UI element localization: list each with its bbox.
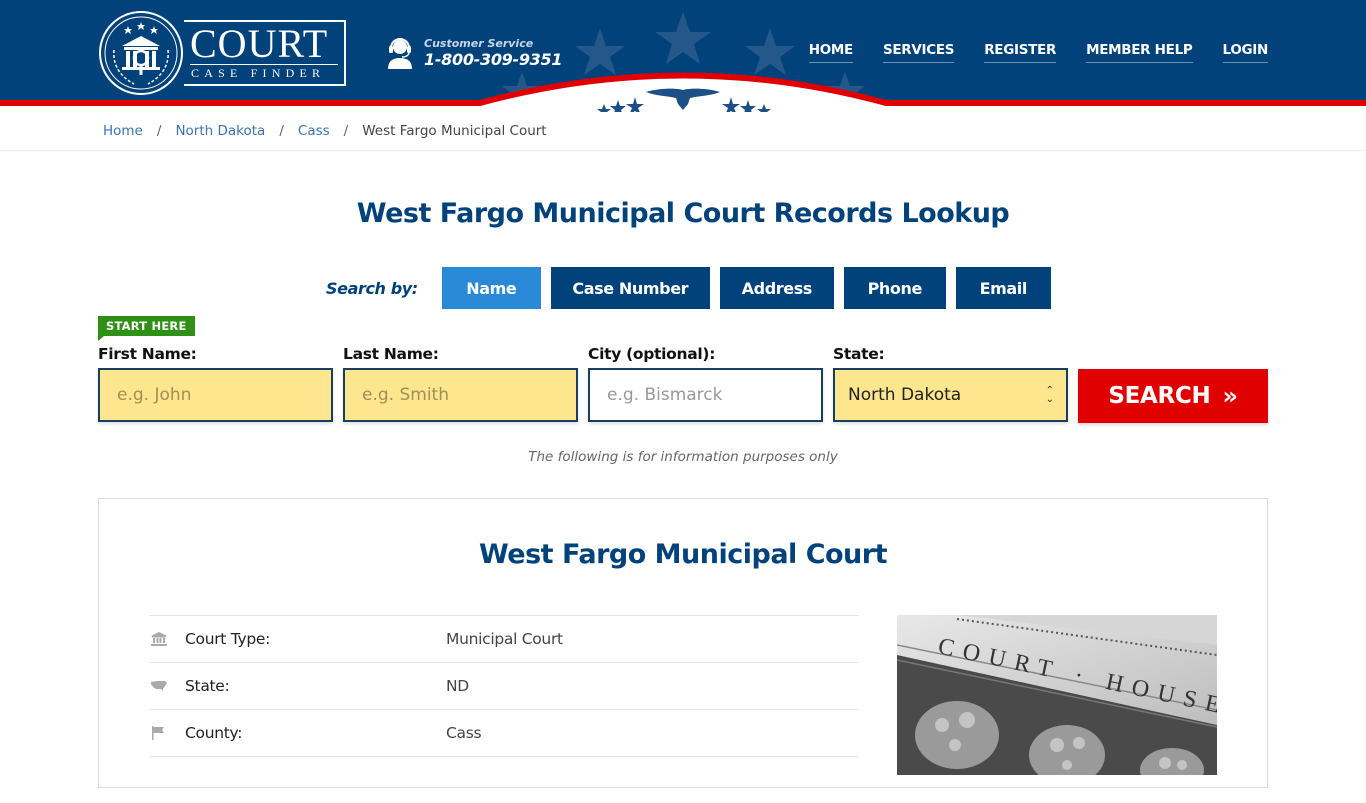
customer-service-phone[interactable]: 1-800-309-9351	[424, 51, 562, 69]
nav-home[interactable]: HOME	[808, 42, 853, 63]
site-header: COURT CASE FINDER Customer Service 1-800…	[0, 0, 1366, 112]
nav-login[interactable]: LOGIN	[1222, 42, 1268, 63]
first-name-label: First Name:	[98, 345, 197, 363]
double-chevron-right-icon: »	[1222, 382, 1238, 410]
breadcrumb-current: West Fargo Municipal Court	[362, 123, 547, 139]
court-info-card: West Fargo Municipal Court Court Type: M…	[98, 498, 1268, 788]
court-name-heading: West Fargo Municipal Court	[478, 539, 888, 570]
state-field: State: North Dakota ⌃ ⌄	[833, 344, 1068, 422]
search-by-label: Search by:	[326, 278, 418, 298]
detail-row-divider	[149, 756, 859, 803]
breadcrumb-separator: /	[279, 123, 284, 139]
court-details-table: Court Type: Municipal Court State: ND Co…	[149, 615, 859, 803]
tab-address[interactable]: Address	[719, 267, 834, 309]
search-button-label: SEARCH	[1108, 383, 1211, 409]
detail-label: State:	[185, 677, 230, 695]
court-case-finder-logo[interactable]: COURT CASE FINDER	[98, 10, 348, 96]
logo-divider	[190, 64, 338, 65]
customer-service-label: Customer Service	[424, 37, 534, 50]
logo-title: COURT	[190, 21, 329, 66]
courthouse-photo: COURT · HOUSE	[897, 615, 1217, 775]
detail-row-state: State: ND	[149, 662, 859, 709]
last-name-label: Last Name:	[343, 345, 439, 363]
last-name-field: Last Name: e.g. Smith	[343, 344, 578, 422]
nav-register[interactable]: REGISTER	[984, 42, 1056, 63]
first-name-input[interactable]: e.g. John	[98, 368, 333, 422]
flag-icon	[149, 726, 185, 740]
detail-label: County:	[185, 724, 243, 742]
last-name-input[interactable]: e.g. Smith	[343, 368, 578, 422]
nav-services[interactable]: SERVICES	[882, 42, 955, 63]
detail-row-county: County: Cass	[149, 709, 859, 756]
city-input[interactable]: e.g. Bismarck	[588, 368, 823, 422]
breadcrumb-separator: /	[343, 123, 349, 139]
breadcrumb: Home / North Dakota / Cass / West Fargo …	[0, 112, 1366, 151]
us-map-icon	[149, 680, 185, 692]
state-select-value: North Dakota	[848, 385, 962, 405]
courthouse-icon	[149, 632, 185, 646]
first-name-field: First Name: e.g. John	[98, 344, 333, 422]
nav-member-help[interactable]: MEMBER HELP	[1086, 42, 1193, 63]
state-label: State:	[833, 345, 885, 363]
tab-phone[interactable]: Phone	[843, 267, 946, 309]
select-updown-icon: ⌃ ⌄	[1045, 385, 1054, 405]
detail-value: ND	[446, 677, 469, 695]
breadcrumb-cass[interactable]: Cass	[298, 123, 330, 139]
breadcrumb-separator: /	[156, 123, 162, 139]
logo-subtitle: CASE FINDER	[191, 66, 326, 80]
information-note: The following is for information purpose…	[528, 449, 838, 465]
city-label: City (optional):	[588, 345, 716, 363]
state-select[interactable]: North Dakota ⌃ ⌄	[833, 368, 1068, 422]
search-by-tabs: Search by: Name Case Number Address Phon…	[326, 267, 1061, 309]
tab-case-number[interactable]: Case Number	[550, 267, 710, 309]
tab-email[interactable]: Email	[955, 267, 1051, 309]
headset-agent-icon	[388, 38, 412, 69]
courthouse-emblem-icon	[99, 11, 183, 95]
main-nav: HOME SERVICES REGISTER MEMBER HELP LOGIN	[808, 42, 1268, 63]
detail-value: Cass	[446, 724, 482, 742]
detail-row-court-type: Court Type: Municipal Court	[149, 615, 859, 662]
start-here-badge: START HERE	[98, 316, 195, 341]
customer-service: Customer Service 1-800-309-9351	[386, 36, 562, 70]
breadcrumb-home[interactable]: Home	[103, 123, 143, 139]
logo-wordmark: COURT CASE FINDER	[184, 20, 346, 86]
breadcrumb-north-dakota[interactable]: North Dakota	[175, 123, 265, 139]
detail-label: Court Type:	[185, 630, 271, 648]
city-field: City (optional): e.g. Bismarck	[588, 344, 823, 422]
search-button[interactable]: SEARCH »	[1078, 369, 1268, 423]
tab-name[interactable]: Name	[441, 267, 541, 309]
page-title: West Fargo Municipal Court Records Looku…	[356, 198, 1010, 229]
detail-value: Municipal Court	[446, 630, 563, 648]
